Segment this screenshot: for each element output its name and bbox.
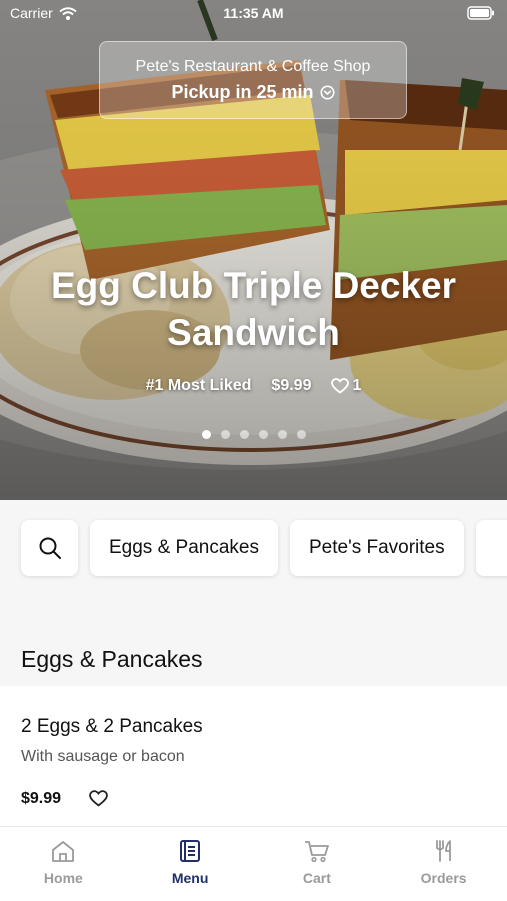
tab-bar: Home Menu Cart Orders xyxy=(0,826,507,901)
heart-icon xyxy=(331,378,350,394)
chevron-down-circle-icon xyxy=(320,85,335,100)
featured-like-count: 1 xyxy=(352,377,362,394)
pickup-time: Pickup in 25 min xyxy=(171,82,335,103)
category-chip-petes-favorites[interactable]: Pete's Favorites xyxy=(289,520,464,576)
featured-item-meta: #1 Most Liked $9.99 1 xyxy=(0,377,507,395)
carousel-dot-6[interactable] xyxy=(296,430,306,439)
tab-orders[interactable]: Orders xyxy=(380,827,507,901)
tab-menu[interactable]: Menu xyxy=(127,827,254,901)
status-bar: Carrier 11:35 AM xyxy=(0,0,507,28)
carousel-dot-5[interactable] xyxy=(277,430,287,439)
cart-icon xyxy=(304,841,329,863)
pickup-label: Pickup in 25 min xyxy=(171,82,314,102)
tab-home[interactable]: Home xyxy=(0,827,127,901)
hero-banner[interactable]: Carrier 11:35 AM Pete's Restaurant & Cof… xyxy=(0,0,507,500)
carousel-dots xyxy=(0,430,507,439)
featured-price: $9.99 xyxy=(271,377,312,394)
tab-home-label: Home xyxy=(43,870,83,886)
menu-item-name: 2 Eggs & 2 Pancakes xyxy=(21,716,203,737)
heart-icon xyxy=(89,790,108,807)
restaurant-pickup-selector[interactable]: Pete's Restaurant & Coffee Shop Pickup i… xyxy=(99,41,407,119)
category-chip-more[interactable] xyxy=(475,520,507,576)
status-time: 11:35 AM xyxy=(223,5,284,21)
featured-rank: #1 Most Liked xyxy=(145,377,252,394)
menu-search-button[interactable] xyxy=(21,520,78,576)
home-icon xyxy=(52,841,75,862)
restaurant-name: Pete's Restaurant & Coffee Shop xyxy=(135,58,371,75)
menu-item-description: With sausage or bacon xyxy=(21,748,185,765)
category-chips: Eggs & Pancakes Pete's Favorites xyxy=(21,520,507,576)
carousel-dot-2[interactable] xyxy=(220,430,230,439)
menu-item-card[interactable]: 2 Eggs & 2 Pancakes With sausage or baco… xyxy=(0,686,507,826)
battery-icon xyxy=(467,6,495,23)
tab-orders-label: Orders xyxy=(420,870,467,886)
search-icon xyxy=(39,537,61,559)
carousel-dot-3[interactable] xyxy=(239,430,249,439)
fork-knife-icon xyxy=(435,840,451,862)
featured-like-button[interactable]: 1 xyxy=(331,377,361,395)
tab-cart-label: Cart xyxy=(302,870,331,886)
menu-book-icon xyxy=(180,840,201,862)
carousel-dot-1[interactable] xyxy=(201,430,211,439)
menu-item-price: $9.99 xyxy=(21,790,62,807)
featured-item-title: Egg Club Triple Decker Sandwich xyxy=(50,265,457,353)
category-chip-eggs-pancakes[interactable]: Eggs & Pancakes xyxy=(90,520,278,576)
tab-cart[interactable]: Cart xyxy=(254,827,381,901)
menu-item-like-button[interactable] xyxy=(89,790,108,812)
tab-menu-label: Menu xyxy=(171,870,209,886)
carousel-dot-4[interactable] xyxy=(258,430,268,439)
section-title: Eggs & Pancakes xyxy=(21,646,203,672)
